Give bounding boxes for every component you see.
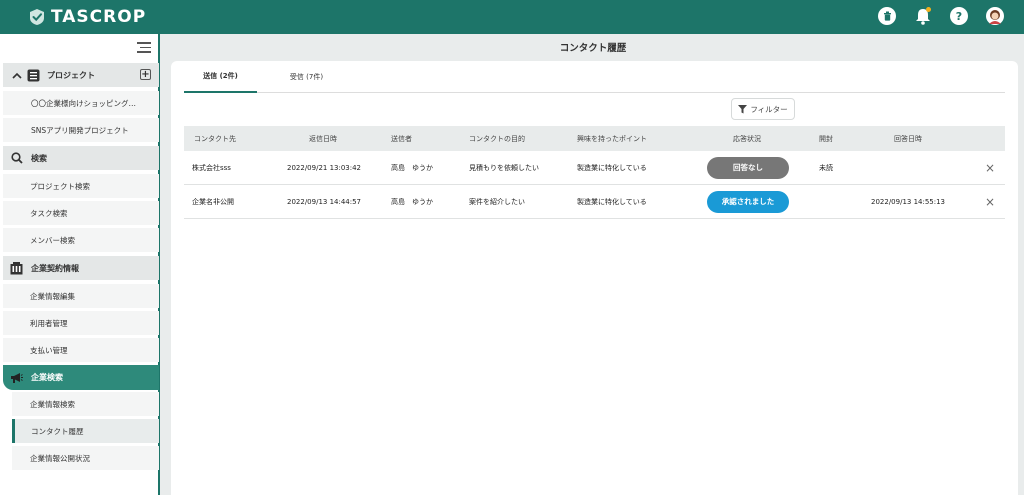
megaphone-icon [10, 371, 23, 384]
sidebar-item-payment-management[interactable]: 支払い管理 [3, 338, 159, 362]
sidebar-section-search[interactable]: 検索 [3, 146, 159, 170]
chevron-up-icon[interactable] [10, 69, 23, 82]
cell-opened: 未読 [819, 163, 833, 172]
sidebar-section-label: 企業契約情報 [31, 263, 79, 273]
column-header-purpose: コンタクトの目的 [469, 134, 525, 143]
filter-button[interactable]: フィルター [731, 98, 795, 120]
cell-answered: 2022/09/13 14:55:13 [871, 197, 946, 206]
column-header-reply-datetime: 返信日時 [309, 134, 337, 143]
hamburger-icon[interactable] [137, 42, 151, 53]
cell-interest: 製造業に特化している [577, 197, 647, 206]
sidebar-section-label: プロジェクト [47, 70, 95, 80]
notification-dot [926, 7, 931, 12]
sidebar-item-task-search[interactable]: タスク検索 [3, 201, 159, 225]
cell-contact: 株式会社sss [192, 163, 231, 172]
column-header-interest: 興味を持ったポイント [577, 134, 647, 143]
sidebar: プロジェクト + 〇〇企業様向けショッピング… SNSアプリ開発プロジェクト 検… [0, 34, 160, 495]
sidebar-item-sns-project[interactable]: SNSアプリ開発プロジェクト [3, 118, 159, 142]
sidebar-item-company-edit[interactable]: 企業情報編集 [3, 284, 159, 308]
building-icon [10, 261, 23, 275]
cell-sender: 高島 ゆうか [391, 163, 433, 172]
table-header: コンタクト先 返信日時 送信者 コンタクトの目的 興味を持ったポイント 応答状況… [184, 126, 1005, 151]
sidebar-item-project-search[interactable]: プロジェクト検索 [3, 174, 159, 198]
status-badge: 回答なし [707, 156, 789, 179]
sidebar-item-shopping-project[interactable]: 〇〇企業様向けショッピング… [3, 91, 159, 115]
user-avatar[interactable] [986, 7, 1004, 25]
sidebar-item-member-search[interactable]: メンバー検索 [3, 228, 159, 252]
sidebar-item-company-publication[interactable]: 企業情報公開状況 [12, 446, 159, 470]
search-icon [10, 152, 23, 165]
app-logo[interactable]: TASCROP [28, 7, 146, 27]
cell-sender: 高島 ゆうか [391, 197, 433, 206]
page-title: コンタクト履歴 [559, 43, 627, 54]
sidebar-item-company-info-search[interactable]: 企業情報検索 [12, 392, 159, 416]
content-panel: 送信 (2件) 受信 (7件) フィルター コンタクト先 返信日時 送信者 コン… [171, 61, 1018, 495]
column-header-contact: コンタクト先 [194, 134, 236, 143]
sidebar-section-label: 企業検索 [31, 373, 63, 382]
tab-sent[interactable]: 送信 (2件) [184, 61, 257, 93]
sidebar-section-contract[interactable]: 企業契約情報 [3, 256, 159, 280]
logo-text: TASCROP [51, 7, 147, 27]
cell-datetime: 2022/09/21 13:03:42 [287, 163, 362, 172]
cell-purpose: 見積もりを依頼したい [469, 163, 539, 172]
close-icon[interactable]: × [985, 185, 995, 218]
trash-circle-icon[interactable] [878, 7, 896, 25]
table-row[interactable]: 株式会社sss 2022/09/21 13:03:42 高島 ゆうか 見積もりを… [184, 151, 1005, 185]
logo-check-icon [28, 8, 46, 26]
top-header: TASCROP ? [0, 0, 1024, 34]
help-icon[interactable]: ? [950, 7, 968, 25]
sidebar-section-label: 検索 [31, 153, 47, 163]
sidebar-item-user-management[interactable]: 利用者管理 [3, 311, 159, 335]
add-project-icon[interactable]: + [140, 69, 151, 80]
column-header-sender: 送信者 [391, 134, 412, 143]
funnel-icon [738, 104, 748, 113]
sidebar-item-contact-history[interactable]: コンタクト履歴 [12, 419, 159, 443]
sidebar-section-company-search[interactable]: 企業検索 [3, 365, 159, 390]
column-header-opened: 開封 [819, 134, 833, 143]
filter-label: フィルター [750, 104, 788, 114]
cell-purpose: 案件を紹介したい [469, 197, 525, 206]
column-header-status: 応答状況 [733, 134, 761, 143]
tab-bar: 送信 (2件) 受信 (7件) [184, 61, 1005, 93]
bell-icon[interactable] [914, 7, 932, 25]
cell-contact: 企業名非公開 [192, 197, 234, 206]
status-badge: 承認されました [707, 190, 789, 213]
table-row[interactable]: 企業名非公開 2022/09/13 14:44:57 高島 ゆうか 案件を紹介し… [184, 185, 1005, 219]
cell-interest: 製造業に特化している [577, 163, 647, 172]
column-header-answered: 回答日時 [894, 134, 922, 143]
cell-datetime: 2022/09/13 14:44:57 [287, 197, 362, 206]
tab-received[interactable]: 受信 (7件) [270, 61, 343, 93]
sidebar-section-project[interactable]: プロジェクト + [3, 63, 159, 87]
project-icon [27, 69, 40, 82]
close-icon[interactable]: × [985, 151, 995, 184]
